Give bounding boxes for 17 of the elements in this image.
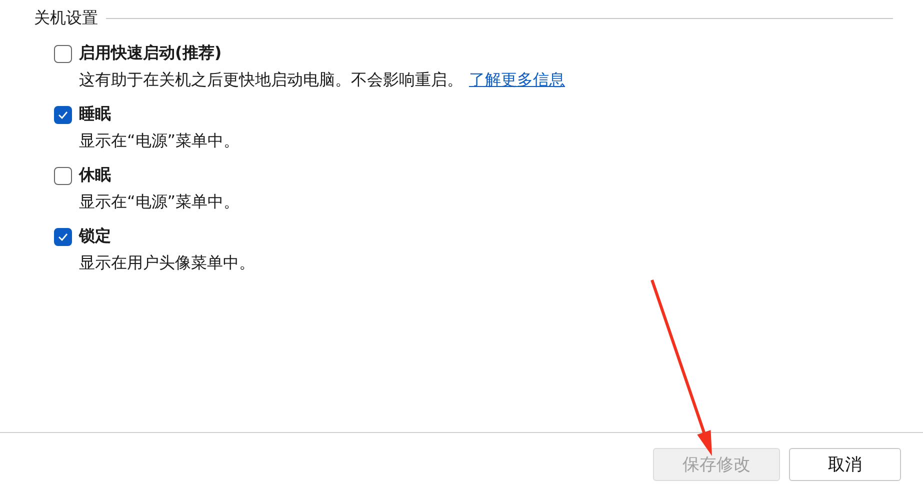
checkbox[interactable] xyxy=(54,228,72,246)
option-description: 显示在“电源”菜单中。 xyxy=(79,131,240,152)
option-label[interactable]: 启用快速启动(推荐) xyxy=(79,43,222,64)
checkbox[interactable] xyxy=(54,106,72,124)
option-description: 显示在用户头像菜单中。 xyxy=(79,253,255,274)
option-label[interactable]: 休眠 xyxy=(79,165,111,186)
cancel-button[interactable]: 取消 xyxy=(789,448,901,480)
check-icon xyxy=(58,232,68,240)
checkbox[interactable] xyxy=(54,166,72,184)
option-description: 显示在“电源”菜单中。 xyxy=(79,192,240,213)
check-icon xyxy=(58,110,68,118)
group-title: 关机设置 xyxy=(34,8,98,29)
option-label[interactable]: 睡眠 xyxy=(79,104,111,125)
learn-more-link[interactable]: 了解更多信息 xyxy=(469,70,565,91)
option-label[interactable]: 锁定 xyxy=(79,226,111,247)
checkbox[interactable] xyxy=(54,44,72,62)
option-description: 这有助于在关机之后更快地启动电脑。不会影响重启。 xyxy=(79,70,463,91)
